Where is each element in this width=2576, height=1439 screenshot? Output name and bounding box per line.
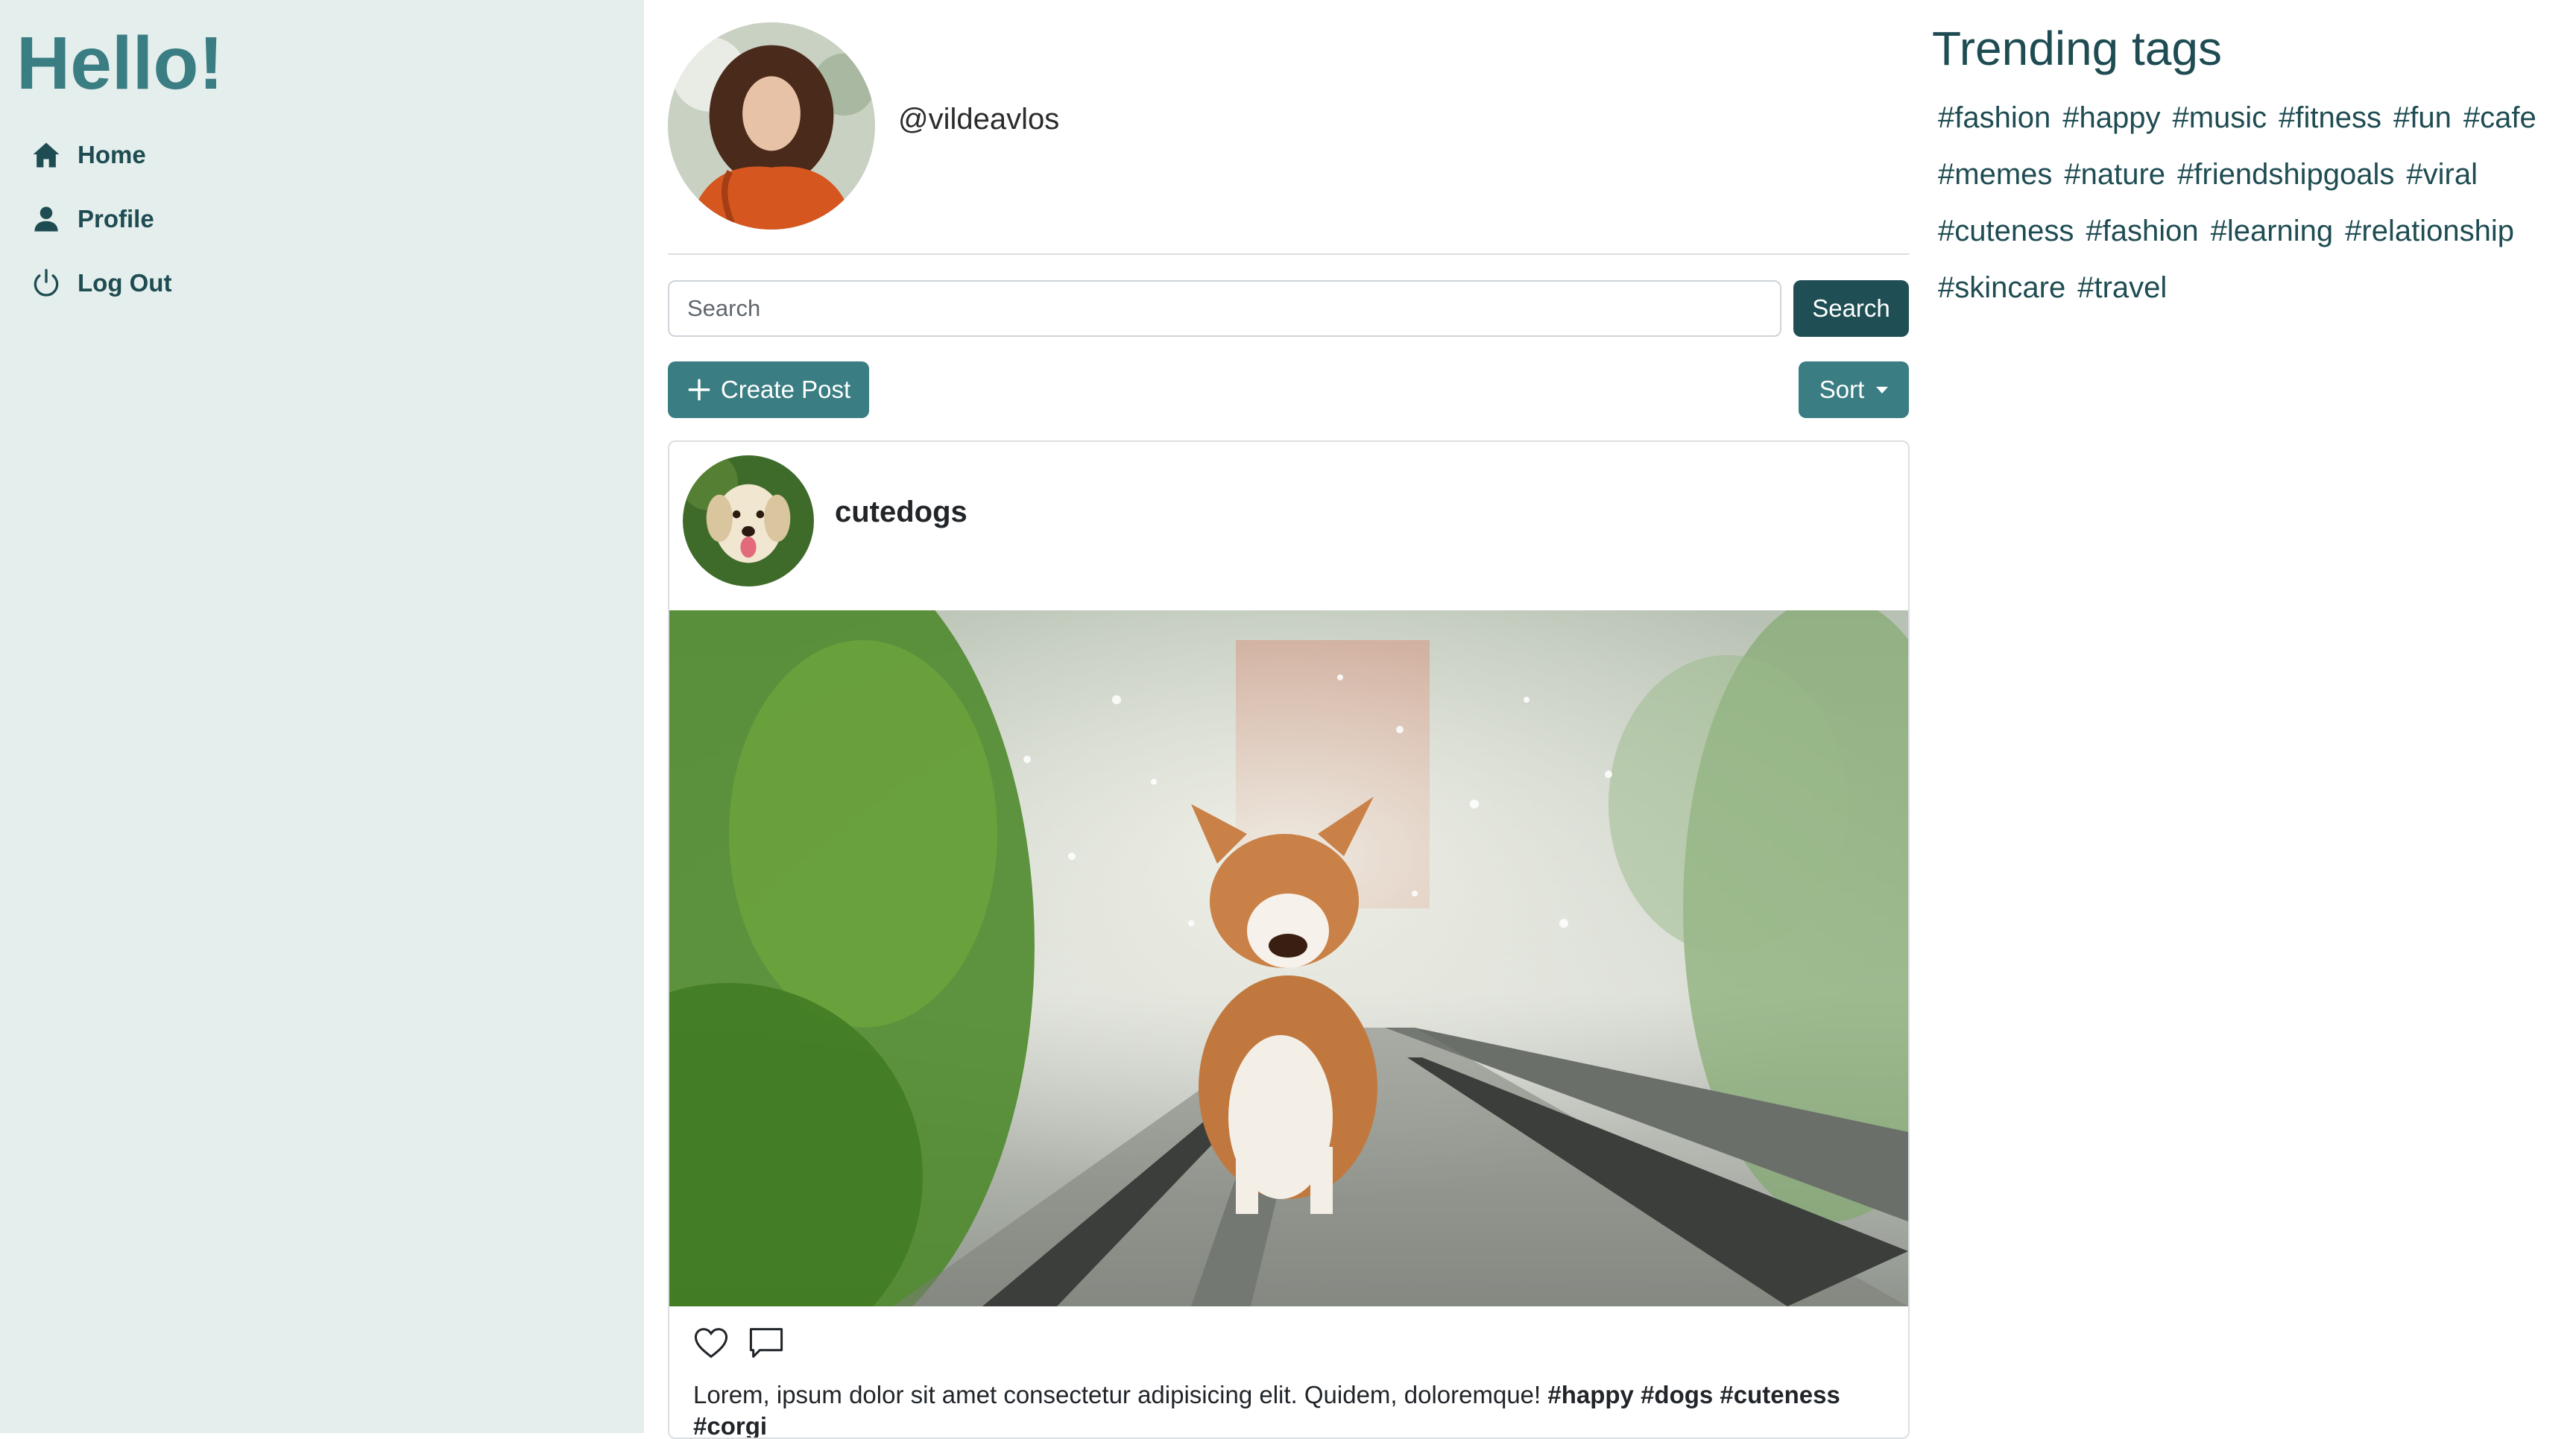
tag-link[interactable]: #travel <box>2077 267 2167 309</box>
tag-link[interactable]: #nature <box>2064 154 2165 195</box>
nav-item-logout[interactable]: Log Out <box>30 261 171 306</box>
sidebar: Hello! Home Profile Log Out <box>0 0 644 1433</box>
tag-link[interactable]: #learning <box>2211 210 2334 252</box>
search-button[interactable]: Search <box>1793 280 1909 337</box>
post-username[interactable]: cutedogs <box>835 496 967 529</box>
post-actions <box>692 1323 786 1362</box>
post-caption: Lorem, ipsum dolor sit amet consectetur … <box>693 1379 1886 1438</box>
nav-item-home[interactable]: Home <box>30 133 146 177</box>
tag-link[interactable]: #memes <box>1938 154 2052 195</box>
tag-link[interactable]: #cafe <box>2463 97 2536 139</box>
comment-icon[interactable] <box>747 1323 786 1362</box>
home-icon <box>33 142 60 168</box>
sort-label: Sort <box>1819 376 1865 403</box>
trending-tags: #fashion #happy #music #fitness #fun #ca… <box>1938 97 2572 309</box>
post-author-avatar[interactable] <box>683 455 814 586</box>
tag-link[interactable]: #relationship <box>2345 210 2514 252</box>
tag-link[interactable]: #cuteness <box>1938 210 2074 252</box>
caption-text: Lorem, ipsum dolor sit amet consectetur … <box>693 1381 1541 1408</box>
tag-link[interactable]: #skincare <box>1938 267 2065 309</box>
tag-link[interactable]: #fashion <box>2086 210 2198 252</box>
tag-link[interactable]: #fun <box>2393 97 2452 139</box>
tag-link[interactable]: #music <box>2172 97 2267 139</box>
brand-title: Hello! <box>16 22 224 105</box>
nav-label-profile: Profile <box>78 205 154 233</box>
nav-item-profile[interactable]: Profile <box>30 197 154 241</box>
tag-link[interactable]: #viral <box>2406 154 2478 195</box>
nav-label-home: Home <box>78 141 146 168</box>
post-card: cutedogs Lorem, ipsum dolor sit amet con… <box>668 440 1910 1439</box>
tag-link[interactable]: #happy <box>2062 97 2160 139</box>
trending-title: Trending tags <box>1932 22 2222 75</box>
create-post-label: Create Post <box>720 376 851 403</box>
profile-handle: @vildeavlos <box>898 103 1060 136</box>
tag-link[interactable]: #friendshipgoals <box>2177 154 2394 195</box>
plus-icon <box>688 379 710 401</box>
power-icon <box>34 268 59 297</box>
caret-down-icon <box>1876 386 1889 393</box>
nav-label-logout: Log Out <box>78 269 172 297</box>
divider <box>668 253 1910 255</box>
heart-icon[interactable] <box>692 1323 730 1362</box>
tag-link[interactable]: #fashion <box>1938 97 2051 139</box>
sort-dropdown-button[interactable]: Sort <box>1799 361 1909 418</box>
profile-avatar[interactable] <box>668 22 875 230</box>
person-icon <box>34 206 58 232</box>
search-input[interactable] <box>668 280 1781 337</box>
post-image <box>669 610 1908 1306</box>
create-post-button[interactable]: Create Post <box>668 361 869 418</box>
tag-link[interactable]: #fitness <box>2279 97 2381 139</box>
